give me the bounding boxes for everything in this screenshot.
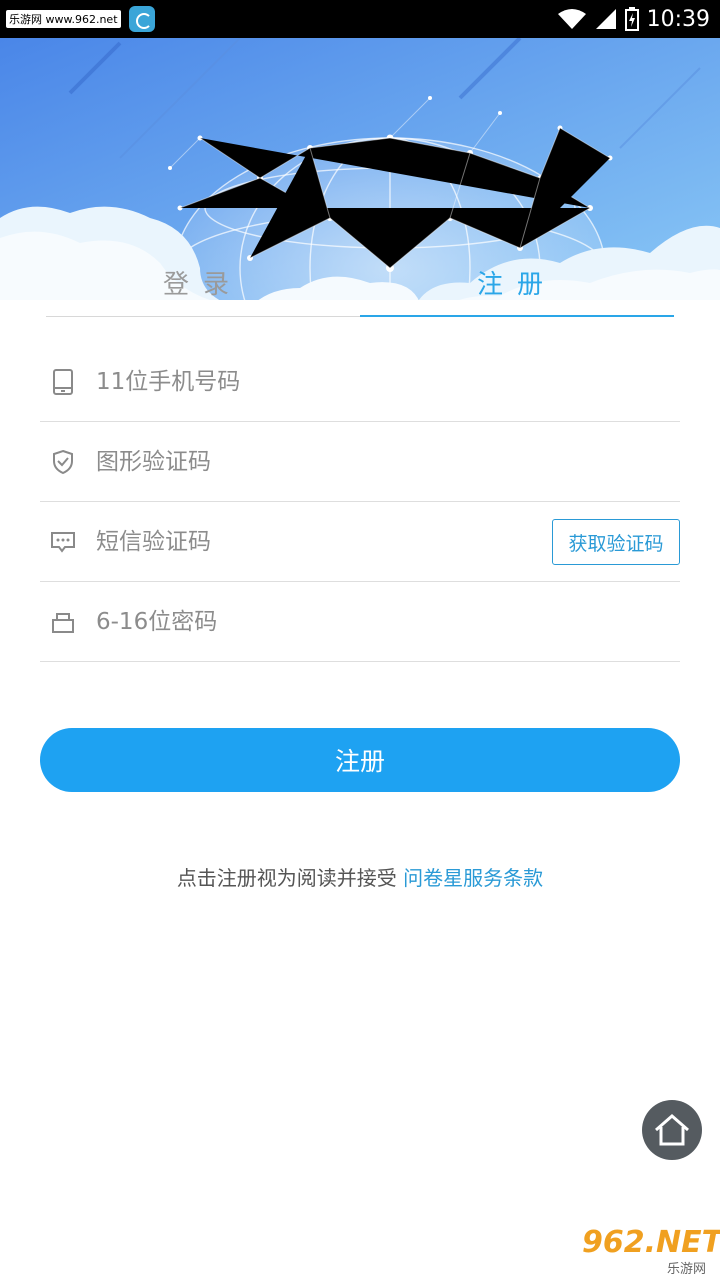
password-input[interactable] <box>94 607 680 636</box>
register-form: 获取验证码 <box>40 342 680 662</box>
get-code-button[interactable]: 获取验证码 <box>552 519 680 565</box>
tab-active-indicator <box>360 315 674 317</box>
watermark-sub: 乐游网 <box>666 1262 706 1277</box>
home-floating-button[interactable] <box>642 1100 702 1160</box>
captcha-row <box>40 422 680 502</box>
battery-icon <box>624 7 639 31</box>
shield-icon <box>50 447 76 477</box>
home-icon <box>655 1114 689 1146</box>
auth-tabs: 登录 注册 <box>46 248 674 318</box>
message-icon <box>50 527 76 557</box>
watermark-label: 乐游网 www.962.net <box>6 10 121 28</box>
password-row <box>40 582 680 662</box>
site-watermark: 962.NET 乐游网 <box>582 1225 720 1278</box>
terms-prefix: 点击注册视为阅读并接受 <box>176 866 404 890</box>
lock-icon <box>50 607 76 637</box>
phone-icon <box>50 367 76 397</box>
tab-register[interactable]: 注册 <box>360 248 674 316</box>
phone-input[interactable] <box>94 367 680 396</box>
terms-link[interactable]: 问卷星服务条款 <box>403 866 543 890</box>
signal-icon <box>595 9 616 29</box>
wifi-icon <box>557 9 586 29</box>
app-notification-icon <box>128 6 155 32</box>
terms-notice: 点击注册视为阅读并接受 问卷星服务条款 <box>0 862 720 891</box>
clock-time: 10:39 <box>646 6 710 32</box>
register-button[interactable]: 注册 <box>40 728 680 792</box>
phone-row <box>40 342 680 422</box>
watermark-brand: 962.NET <box>582 1225 720 1260</box>
tab-login[interactable]: 登录 <box>46 248 360 316</box>
status-bar: 乐游网 www.962.net 10:39 <box>0 0 720 38</box>
sms-row: 获取验证码 <box>40 502 680 582</box>
captcha-input[interactable] <box>94 447 680 476</box>
